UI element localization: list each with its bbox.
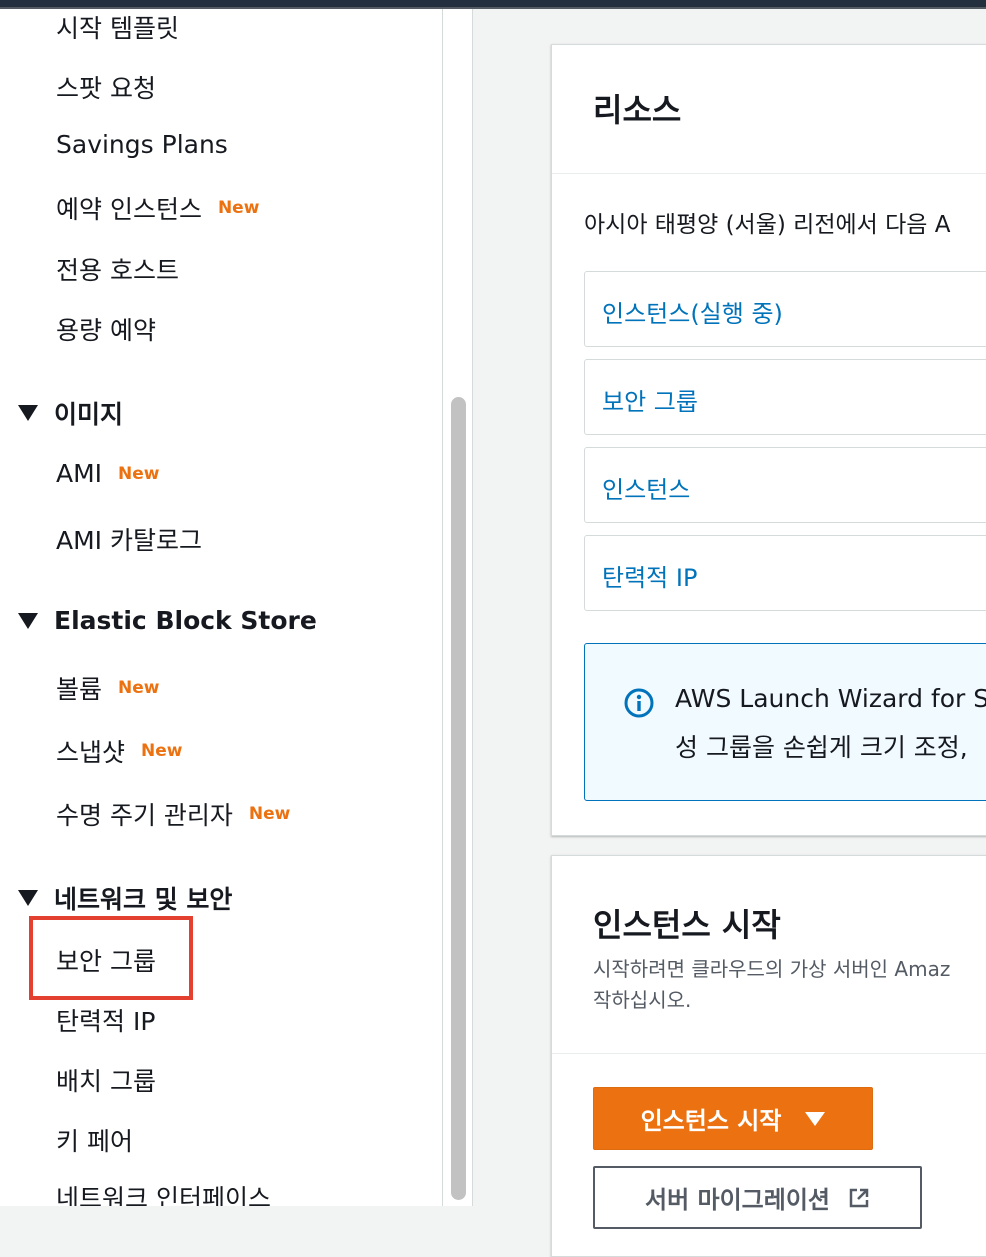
sidebar-item-ami-catalog[interactable]: AMI 카탈로그 [56,521,202,557]
info-text-line-2: 성 그룹을 손쉽게 크기 조정, [675,733,968,762]
sidebar-scrollbar[interactable] [451,397,466,1200]
launch-description-line-1: 시작하려면 클라우드의 가상 서버인 Amaz [593,957,951,981]
migrate-server-button[interactable]: 서버 마이그레이션 [593,1166,922,1229]
resource-link[interactable]: 인스턴스 [602,470,690,505]
launch-instance-panel: 인스턴스 시작 시작하려면 클라우드의 가상 서버인 Amaz 작하십시오. 인… [551,855,986,1257]
resources-description: 아시아 태평양 (서울) 리전에서 다음 A [584,212,951,238]
sidebar-item-label: 키 페어 [56,1127,133,1156]
migrate-server-button-label: 서버 마이그레이션 [645,1186,830,1214]
new-badge: New [141,741,183,761]
sidebar-item-label: 볼륨 [56,675,103,704]
resource-link[interactable]: 탄력적 IP [602,558,697,593]
section-title: 네트워크 및 보안 [54,885,233,914]
sidebar-item-lifecycle-manager[interactable]: 수명 주기 관리자 New [56,796,290,832]
sidebar-item-label: 스팟 요청 [56,74,156,103]
launch-header: 인스턴스 시작 시작하려면 클라우드의 가상 서버인 Amaz 작하십시오. [552,856,986,1054]
sidebar-item-label: 전용 호스트 [56,256,179,285]
sidebar-item-label: Savings Plans [56,130,228,159]
sidebar-item-label: 시작 템플릿 [56,14,179,43]
sidebar: 시작 템플릿 스팟 요청 Savings Plans 예약 인스턴스 New 전용… [0,9,443,1206]
caret-down-icon [805,1111,826,1126]
sidebar-item-dedicated-hosts[interactable]: 전용 호스트 [56,251,179,287]
section-network-security[interactable]: 네트워크 및 보안 [18,880,232,916]
section-title: Elastic Block Store [54,606,317,635]
section-images[interactable]: 이미지 [18,395,123,431]
new-badge: New [217,198,260,218]
sidebar-item-label: AMI 카탈로그 [56,526,202,555]
resource-item-instances[interactable]: 인스턴스 [584,447,986,523]
sidebar-item-placement-groups[interactable]: 배치 그룹 [56,1062,156,1098]
launch-instance-button-label: 인스턴스 시작 [640,1107,782,1135]
caret-down-icon [18,612,38,629]
resources-header: 리소스 [552,45,986,174]
info-icon [624,688,654,718]
sidebar-item-label: AMI [56,459,103,488]
launch-description-line-2: 작하십시오. [593,988,692,1012]
resources-title: 리소스 [593,91,682,129]
sidebar-item-label: 용량 예약 [56,316,156,345]
sidebar-item-label: 수명 주기 관리자 [56,801,233,830]
top-navigation-bar [0,0,986,9]
section-title: 이미지 [54,400,124,429]
resource-item-running-instances[interactable]: 인스턴스(실행 중) [584,271,986,347]
sidebar-item-label: 예약 인스턴스 [56,195,202,224]
sidebar-item-savings-plans[interactable]: Savings Plans [56,130,228,159]
resources-panel: 리소스 아시아 태평양 (서울) 리전에서 다음 A 인스턴스(실행 중) 보안… [551,44,986,836]
sidebar-item-ami[interactable]: AMI New [56,459,160,488]
sidebar-item-elastic-ips[interactable]: 탄력적 IP [56,1002,155,1038]
external-link-icon [849,1188,869,1207]
resource-item-elastic-ips[interactable]: 탄력적 IP [584,535,986,611]
sidebar-item-snapshots[interactable]: 스냅샷 New [56,733,182,769]
sidebar-item-spot-requests[interactable]: 스팟 요청 [56,69,156,105]
new-badge: New [248,804,291,824]
sidebar-item-volumes[interactable]: 볼륨 New [56,670,159,706]
resource-link[interactable]: 인스턴스(실행 중) [602,294,783,329]
caret-down-icon [18,405,38,421]
sidebar-item-network-interfaces[interactable]: 네트워크 인터페이스 [56,1179,271,1206]
launch-instance-button[interactable]: 인스턴스 시작 [593,1087,873,1150]
resource-link[interactable]: 보안 그룹 [602,382,698,417]
section-elastic-block-store[interactable]: Elastic Block Store [18,606,317,635]
highlight-box [29,916,193,1000]
resource-item-security-groups[interactable]: 보안 그룹 [584,359,986,435]
sidebar-item-label: 배치 그룹 [56,1067,156,1096]
sidebar-item-label: 탄력적 IP [56,1007,156,1036]
new-badge: New [118,463,160,484]
launch-title: 인스턴스 시작 [593,906,781,944]
sidebar-item-label: 스냅샷 [56,738,126,767]
caret-down-icon [18,890,38,906]
sidebar-item-capacity-reservations[interactable]: 용량 예약 [56,311,156,347]
sidebar-item-key-pairs[interactable]: 키 페어 [56,1122,133,1158]
info-text-line-1: AWS Launch Wizard for S [675,684,986,713]
sidebar-item-launch-templates[interactable]: 시작 템플릿 [56,9,179,45]
sidebar-item-label: 네트워크 인터페이스 [56,1184,271,1206]
sidebar-item-reserved-instances[interactable]: 예약 인스턴스 New [56,190,259,226]
new-badge: New [118,678,160,698]
info-alert: AWS Launch Wizard for S 성 그룹을 손쉽게 크기 조정, [584,643,986,801]
